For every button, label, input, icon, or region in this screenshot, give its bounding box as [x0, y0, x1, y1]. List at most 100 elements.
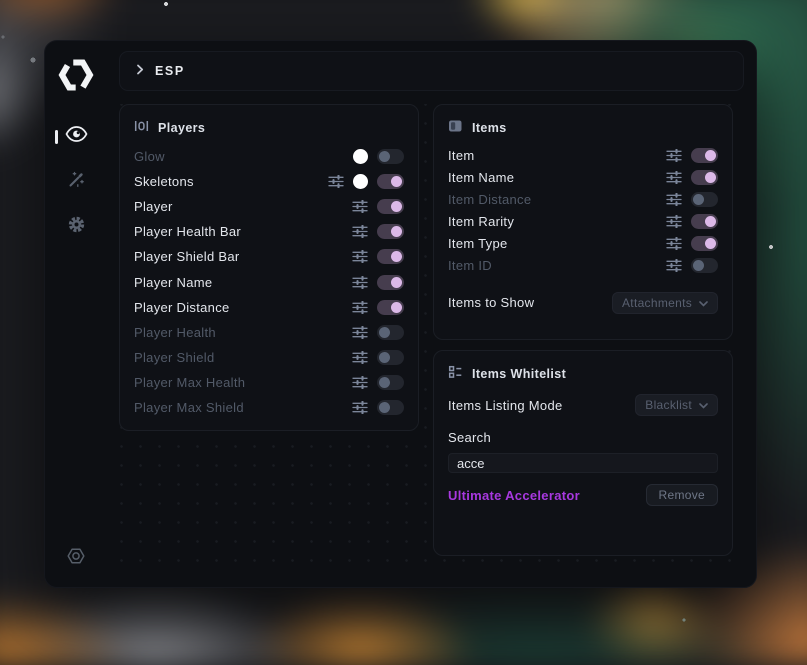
items-to-show-label: Items to Show [448, 295, 534, 310]
setting-row: Player Shield Bar [134, 244, 404, 269]
main-area: ESP Players GlowSkeletonsPlayerPlayer [107, 41, 756, 587]
config-sliders-icon[interactable] [666, 171, 682, 184]
toggle-switch[interactable] [691, 170, 718, 185]
config-sliders-icon[interactable] [666, 149, 682, 162]
toggle-knob [379, 327, 390, 338]
search-label: Search [448, 430, 491, 445]
config-sliders-icon[interactable] [328, 175, 344, 188]
chevron-right-icon [136, 62, 144, 80]
color-swatch[interactable] [353, 174, 368, 189]
setting-row: Player Health [134, 320, 404, 345]
section-header-bar[interactable]: ESP [119, 51, 744, 91]
toggle-knob [705, 172, 716, 183]
sidebar-item-esp[interactable] [45, 114, 107, 159]
items-whitelist-panel: Items Whitelist Items Listing Mode Black… [433, 350, 733, 556]
toggle-knob [379, 352, 390, 363]
items-to-show-dropdown[interactable]: Attachments [612, 292, 718, 314]
items-to-show-row: Items to Show Attachments [448, 276, 718, 329]
config-sliders-icon[interactable] [666, 237, 682, 250]
items-icon [448, 119, 463, 138]
setting-label: Item ID [448, 258, 492, 273]
panel-title: Players [158, 121, 205, 135]
sidebar-footer-button[interactable] [66, 541, 86, 575]
toggle-knob [391, 176, 402, 187]
setting-label: Player Distance [134, 300, 230, 315]
sidebar-item-settings[interactable] [45, 204, 107, 249]
setting-label: Glow [134, 149, 165, 164]
config-sliders-icon[interactable] [352, 276, 368, 289]
sidebar [45, 41, 107, 587]
setting-label: Item Name [448, 170, 514, 185]
toggle-knob [705, 238, 716, 249]
hexagon-gear-icon [66, 546, 86, 571]
toggle-switch[interactable] [377, 199, 404, 214]
setting-label: Player [134, 199, 173, 214]
panel-title: Items Whitelist [472, 367, 566, 381]
setting-label: Player Name [134, 275, 212, 290]
cheat-menu-window: ESP Players GlowSkeletonsPlayerPlayer [44, 40, 757, 588]
toggle-switch[interactable] [691, 258, 718, 273]
chevron-down-icon [699, 296, 708, 310]
toggle-switch[interactable] [691, 192, 718, 207]
setting-label: Player Shield [134, 350, 215, 365]
config-sliders-icon[interactable] [352, 326, 368, 339]
setting-row: Player Health Bar [134, 219, 404, 244]
items-settings-list: ItemItem NameItem DistanceItem RarityIte… [448, 144, 718, 276]
search-label-row: Search [448, 426, 718, 448]
toggle-knob [693, 194, 704, 205]
config-sliders-icon[interactable] [352, 376, 368, 389]
setting-row: Item Distance [448, 188, 718, 210]
search-input[interactable] [448, 453, 718, 473]
setting-row: Item [448, 144, 718, 166]
config-sliders-icon[interactable] [352, 200, 368, 213]
toggle-knob [391, 251, 402, 262]
toggle-switch[interactable] [691, 148, 718, 163]
toggle-switch[interactable] [377, 149, 404, 164]
toggle-knob [705, 216, 716, 227]
setting-row: Player Distance [134, 295, 404, 320]
toggle-switch[interactable] [377, 375, 404, 390]
setting-row: Player Shield [134, 345, 404, 370]
toggle-switch[interactable] [377, 350, 404, 365]
sidebar-item-aim[interactable] [45, 159, 107, 204]
setting-label: Player Shield Bar [134, 249, 240, 264]
items-panel: Items ItemItem NameItem DistanceItem Rar… [433, 104, 733, 340]
toggle-switch[interactable] [691, 214, 718, 229]
chevron-down-icon [699, 398, 708, 412]
remove-button[interactable]: Remove [646, 484, 718, 506]
toggle-switch[interactable] [377, 249, 404, 264]
config-sliders-icon[interactable] [666, 259, 682, 272]
dropdown-value: Blacklist [645, 398, 692, 412]
config-sliders-icon[interactable] [666, 193, 682, 206]
config-sliders-icon[interactable] [352, 351, 368, 364]
toggle-switch[interactable] [377, 275, 404, 290]
toggle-knob [379, 377, 390, 388]
app-logo-icon [58, 58, 94, 92]
setting-row: Player [134, 194, 404, 219]
toggle-switch[interactable] [377, 174, 404, 189]
listing-mode-dropdown[interactable]: Blacklist [635, 394, 718, 416]
setting-row: Item Name [448, 166, 718, 188]
setting-row: Player Max Health [134, 370, 404, 395]
color-swatch[interactable] [353, 149, 368, 164]
setting-row: Player Name [134, 269, 404, 294]
setting-label: Player Health Bar [134, 224, 241, 239]
dropdown-value: Attachments [622, 296, 692, 310]
checklist-icon [448, 365, 463, 384]
config-sliders-icon[interactable] [352, 401, 368, 414]
wand-icon [66, 169, 86, 194]
config-sliders-icon[interactable] [352, 250, 368, 263]
toggle-switch[interactable] [377, 224, 404, 239]
toggle-switch[interactable] [691, 236, 718, 251]
toggle-knob [391, 226, 402, 237]
toggle-switch[interactable] [377, 400, 404, 415]
setting-label: Player Max Health [134, 375, 245, 390]
config-sliders-icon[interactable] [666, 215, 682, 228]
toggle-knob [391, 201, 402, 212]
config-sliders-icon[interactable] [352, 301, 368, 314]
toggle-switch[interactable] [377, 325, 404, 340]
whitelist-entry-name: Ultimate Accelerator [448, 488, 580, 503]
toggle-knob [391, 277, 402, 288]
toggle-switch[interactable] [377, 300, 404, 315]
config-sliders-icon[interactable] [352, 225, 368, 238]
